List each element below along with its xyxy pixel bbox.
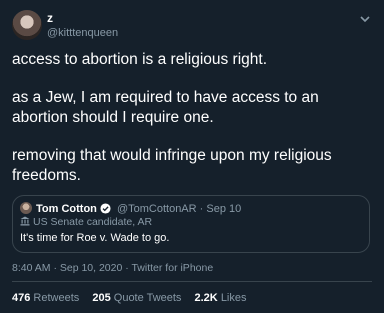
likes-stat[interactable]: 2.2K Likes [195, 292, 247, 304]
quoted-tweet-header: Tom Cotton @TomCottonAR · Sep 10 [20, 202, 241, 215]
quoted-tweet-text: It's time for Roe v. Wade to go. [20, 232, 170, 244]
engagement-stats: 476 Retweets 205 Quote Tweets 2.2K Likes [12, 292, 257, 304]
government-building-icon [20, 216, 30, 226]
quoted-author-name: Tom Cotton [36, 203, 97, 215]
quoted-author-handle: @TomCottonAR [116, 203, 197, 215]
retweets-stat[interactable]: 476 Retweets [12, 292, 79, 304]
likes-label: Likes [220, 292, 247, 304]
tweet-paragraph: as a Jew, I am required to have access t… [12, 89, 319, 126]
quote-tweets-count: 205 [92, 292, 111, 304]
quote-tweets-label: Quote Tweets [113, 292, 182, 304]
tweet-paragraph: removing that would infringe upon my rel… [12, 147, 332, 184]
quoted-avatar [20, 202, 32, 214]
retweets-count: 476 [12, 292, 31, 304]
avatar[interactable] [12, 10, 42, 40]
retweets-label: Retweets [33, 292, 80, 304]
verified-badge-icon [100, 203, 111, 214]
divider [12, 281, 372, 282]
author-display-name[interactable]: z [47, 11, 53, 25]
likes-count: 2.2K [194, 292, 218, 304]
tweet-timestamp[interactable]: 8:40 AM · Sep 10, 2020 · Twitter for iPh… [12, 262, 213, 274]
tweet-text: access to abortion is a religious right.… [12, 50, 372, 204]
quote-tweets-stat[interactable]: 205 Quote Tweets [92, 292, 181, 304]
quoted-separator: · [199, 203, 204, 215]
tweet-paragraph: access to abortion is a religious right. [12, 51, 268, 68]
chevron-down-icon[interactable] [358, 12, 372, 26]
quoted-label-row: US Senate candidate, AR [20, 216, 152, 228]
quoted-label: US Senate candidate, AR [33, 216, 153, 228]
quoted-date: Sep 10 [206, 203, 242, 215]
quoted-tweet-card[interactable]: Tom Cotton @TomCottonAR · Sep 10 US Sena… [12, 195, 370, 253]
author-handle[interactable]: @kitttenqueen [47, 27, 118, 39]
